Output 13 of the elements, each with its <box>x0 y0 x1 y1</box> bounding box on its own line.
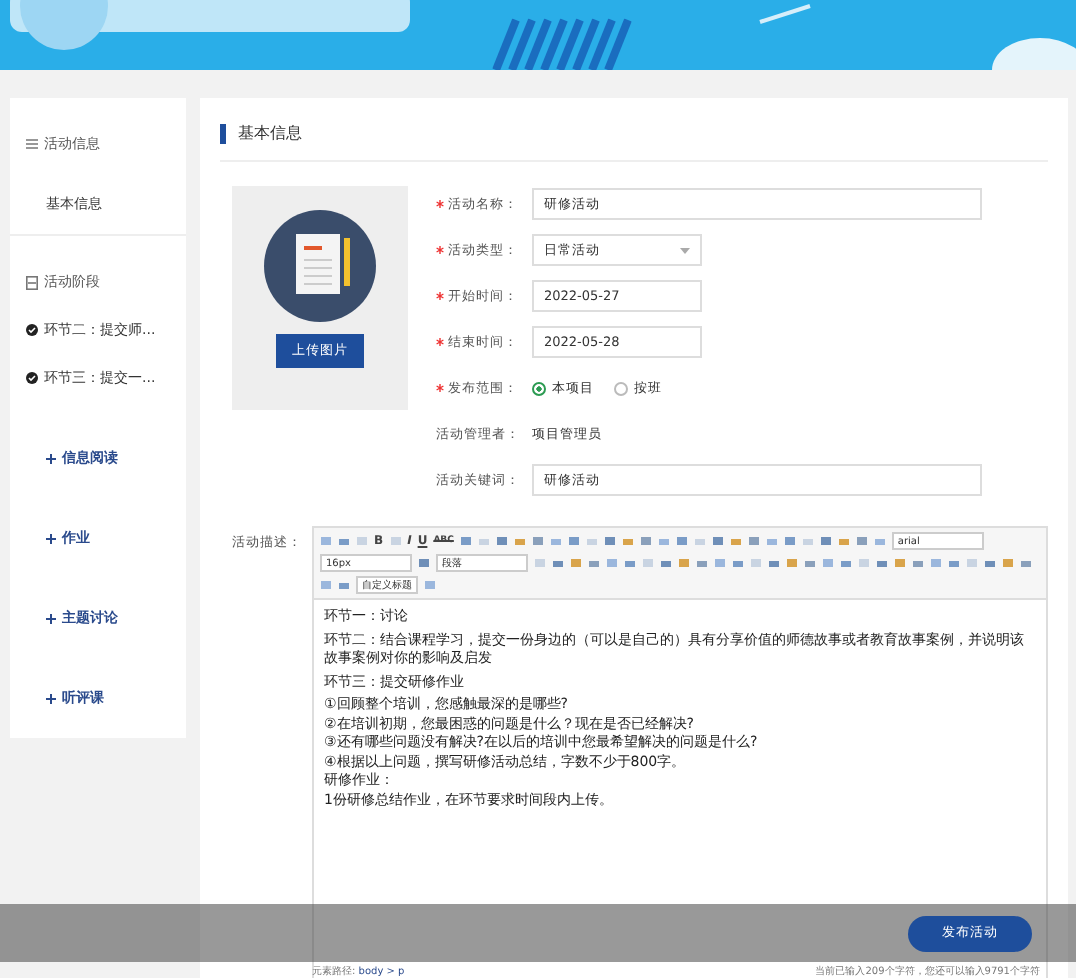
document-pencil-icon <box>264 210 376 322</box>
check-circle-icon <box>26 372 38 384</box>
plus-icon <box>46 613 56 623</box>
plus-icon <box>46 693 56 703</box>
plus-icon <box>46 453 56 463</box>
document-icon <box>26 275 38 289</box>
plus-icon <box>46 533 56 543</box>
toolbar-icon[interactable] <box>389 535 402 547</box>
caret-icon <box>680 247 690 253</box>
list-icon <box>26 138 38 150</box>
check-circle-icon <box>26 324 38 336</box>
rich-text-editor[interactable] <box>312 526 1048 978</box>
section-title: 基本信息 <box>238 122 302 144</box>
